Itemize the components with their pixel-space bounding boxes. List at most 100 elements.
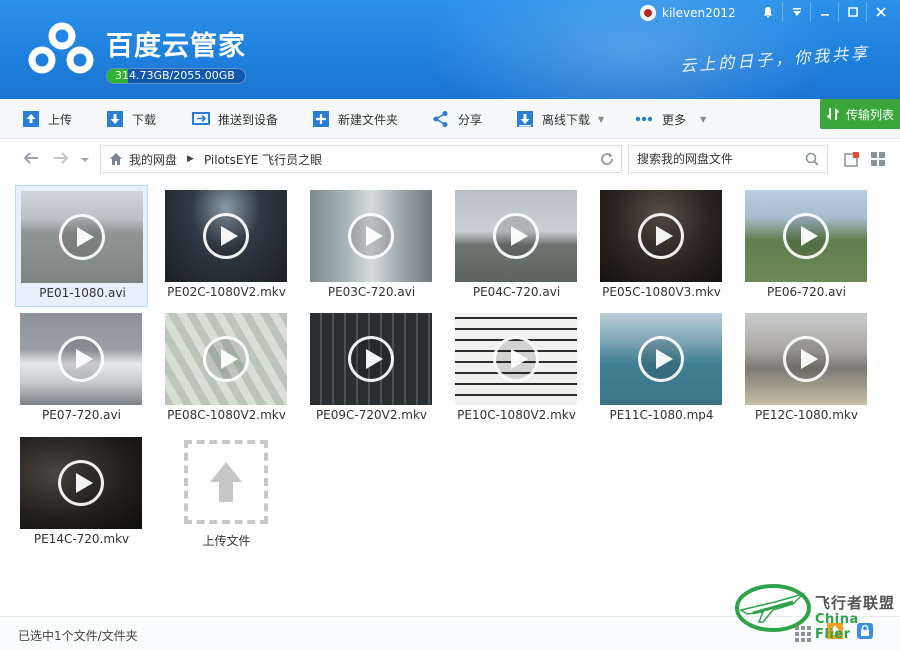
main-toolbar: 上传 下载 推送到设备 新建文件夹 分享 离线下载 ▼ 更多 ▼ [0,99,900,139]
share-icon [433,111,448,127]
play-icon [203,213,249,259]
push-device-icon [192,112,210,125]
play-icon [348,213,394,259]
file-item[interactable]: PE01-1080.avi [15,185,148,307]
new-folder-button[interactable]: 新建文件夹 [312,99,398,139]
video-thumbnail [165,190,287,282]
file-item[interactable]: PE07-720.avi [15,308,148,430]
file-name: PE07-720.avi [42,408,121,422]
upload-arrow-icon [210,462,242,502]
upload-button[interactable]: 上传 [22,99,72,139]
app-header: 百度云管家 314.73GB/2055.00GB 云上的日子，你我共享 kile… [0,0,900,99]
file-name: PE11C-1080.mp4 [609,408,714,422]
download-icon [107,111,123,127]
breadcrumb-current[interactable]: PilotsEYE 飞行员之眼 [204,151,322,168]
file-item[interactable]: PE10C-1080V2.mkv [450,308,583,430]
play-icon [638,213,684,259]
video-thumbnail [745,313,867,405]
minimize-icon[interactable] [810,2,838,22]
notification-bell-icon[interactable] [754,2,782,22]
new-folder-icon [313,111,329,127]
more-label: 更多 [662,112,687,127]
baidu-cloud-logo-icon [28,22,94,74]
forward-arrow-icon[interactable] [52,150,70,170]
window-controls [754,2,894,22]
refresh-icon[interactable] [599,151,615,167]
breadcrumb-root[interactable]: 我的网盘 [129,151,177,168]
transfer-icon [826,107,840,121]
play-icon [638,336,684,382]
china-flier-logo-icon [735,584,811,632]
grid-view-icon[interactable] [870,151,886,167]
video-thumbnail [745,190,867,282]
user-account[interactable]: kileven2012 [640,4,736,22]
file-name: PE12C-1080.mkv [755,408,858,422]
file-name: PE05C-1080V3.mkv [602,285,721,299]
file-item[interactable]: PE14C-720.mkv [15,432,148,554]
offline-download-button[interactable]: 离线下载 ▼ [516,99,604,139]
file-name: PE01-1080.avi [39,286,126,300]
video-thumbnail [455,313,577,405]
file-item[interactable]: PE04C-720.avi [450,185,583,307]
file-name: PE10C-1080V2.mkv [457,408,576,422]
user-avatar-icon [640,5,656,21]
file-item[interactable]: PE12C-1080.mkv [740,308,873,430]
back-arrow-icon[interactable] [22,150,40,170]
search-icon[interactable] [805,152,819,166]
chevron-down-icon: ▼ [700,114,707,124]
watermark-chinese-text: 飞行者联盟 [815,594,896,612]
search-input[interactable]: 搜索我的网盘文件 [628,145,828,173]
video-thumbnail [165,313,287,405]
push-to-device-label: 推送到设备 [218,112,279,127]
play-icon [493,336,539,382]
video-thumbnail [310,313,432,405]
file-item[interactable]: PE03C-720.avi [305,185,438,307]
video-thumbnail [600,190,722,282]
username: kileven2012 [662,6,736,20]
upload-file-label: 上传文件 [202,534,251,548]
file-item[interactable]: PE05C-1080V3.mkv [595,185,728,307]
app-title: 百度云管家 [106,31,246,62]
thumbnail-view-icon[interactable] [844,151,860,167]
chevron-down-icon: ▼ [598,114,605,124]
video-thumbnail [20,437,142,529]
file-name: PE03C-720.avi [327,285,416,299]
close-icon[interactable] [866,2,894,22]
menu-dropdown-icon[interactable] [782,2,810,22]
play-icon [59,214,105,260]
file-item[interactable]: PE06-720.avi [740,185,873,307]
history-dropdown-icon[interactable] [80,151,90,170]
file-item[interactable]: PE11C-1080.mp4 [595,308,728,430]
play-icon [783,213,829,259]
file-item[interactable]: PE02C-1080V2.mkv [160,185,293,307]
file-item[interactable]: PE08C-1080V2.mkv [160,308,293,430]
upload-file-tile[interactable]: 上传文件 [160,432,293,554]
more-button[interactable]: 更多 ▼ [634,99,706,139]
transfer-list-button[interactable]: 传输列表 [820,99,900,129]
new-folder-label: 新建文件夹 [338,112,399,127]
download-label: 下载 [132,112,157,127]
video-thumbnail [600,313,722,405]
play-icon [203,336,249,382]
video-thumbnail [21,191,143,283]
breadcrumb-separator-icon[interactable]: ▶ [187,154,194,164]
video-thumbnail [455,190,577,282]
home-icon[interactable] [109,152,123,166]
upload-label: 上传 [48,112,73,127]
play-icon [348,336,394,382]
breadcrumb: 我的网盘 ▶ PilotsEYE 飞行员之眼 [100,145,622,173]
share-button[interactable]: 分享 [432,99,482,139]
file-name: PE04C-720.avi [472,285,561,299]
selection-status: 已选中1个文件/文件夹 [18,629,138,643]
upload-drop-zone[interactable] [184,440,268,524]
play-icon [58,460,104,506]
play-icon [58,336,104,382]
download-button[interactable]: 下载 [106,99,156,139]
offline-download-label: 离线下载 [542,112,591,127]
file-grid: PE01-1080.avi PE02C-1080V2.mkv PE03C-720… [0,180,900,616]
maximize-icon[interactable] [838,2,866,22]
watermark-english-text: China Flier [815,612,859,642]
file-item[interactable]: PE09C-720V2.mkv [305,308,438,430]
push-to-device-button[interactable]: 推送到设备 [192,99,278,139]
file-name: PE09C-720V2.mkv [315,408,428,422]
